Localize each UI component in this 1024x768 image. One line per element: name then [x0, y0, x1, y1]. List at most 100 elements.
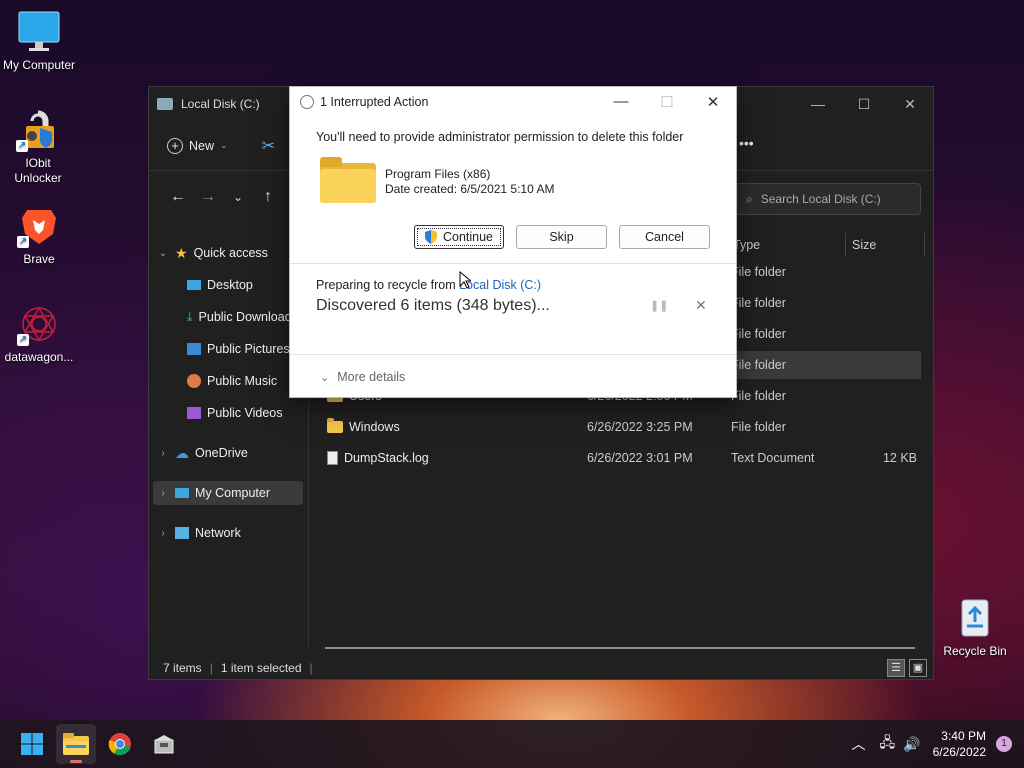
taskbar-chrome[interactable] — [100, 724, 140, 764]
recycle-bin-icon — [953, 596, 997, 640]
continue-label: Continue — [442, 230, 494, 244]
more-details-toggle[interactable]: ⌄ More details — [320, 370, 405, 384]
desktop-icon-datawagon[interactable]: ↗ datawagon... — [1, 302, 77, 365]
desktop-icon-brave[interactable]: ↗ Brave — [1, 204, 77, 267]
nav-label: Quick access — [193, 246, 268, 260]
pause-icon[interactable]: ❚❚ — [650, 299, 668, 312]
notification-badge[interactable]: 1 — [996, 736, 1012, 752]
search-icon: ⌕ — [746, 191, 753, 206]
search-input[interactable]: ⌕ Search Local Disk (C:) — [735, 183, 921, 215]
nav-network[interactable]: › Network — [157, 521, 241, 545]
nav-desktop[interactable]: Desktop — [187, 273, 253, 297]
maximize-button: ☐ — [660, 94, 674, 111]
recent-chevron-icon[interactable]: ⌄ — [223, 190, 253, 204]
column-header-size[interactable]: Size — [845, 233, 925, 257]
column-label: Size — [852, 238, 877, 252]
nav-public-music[interactable]: Public Music — [187, 369, 277, 393]
chevron-down-icon: ⌄ — [320, 371, 330, 384]
brave-lion-icon: ↗ — [17, 204, 61, 248]
nav-quick-access[interactable]: ⌄ ★ Quick access — [157, 241, 268, 265]
selection-count: 1 item selected — [220, 661, 302, 675]
nav-label: Public Pictures — [207, 342, 290, 356]
shortcut-arrow-icon: ↗ — [17, 236, 29, 248]
nav-label: OneDrive — [195, 446, 248, 460]
view-toggle: ☰ ▣ — [887, 659, 927, 677]
tiles-view-icon[interactable]: ▣ — [909, 659, 927, 677]
row-date: 6/26/2022 3:01 PM — [587, 451, 693, 465]
taskbar-file-explorer[interactable] — [56, 724, 96, 764]
uac-shield-icon — [424, 230, 437, 244]
nav-public-videos[interactable]: Public Videos — [187, 401, 283, 425]
nav-label: My Computer — [195, 486, 271, 500]
nav-public-pictures[interactable]: Public Pictures — [187, 337, 290, 361]
new-label: New — [189, 138, 215, 153]
row-type: Text Document — [731, 451, 815, 465]
clock-icon — [300, 95, 314, 109]
forward-arrow-icon[interactable]: → — [193, 188, 223, 206]
network-icon[interactable]: 🖧 — [880, 732, 896, 756]
maximize-button[interactable]: ☐ — [841, 96, 887, 113]
system-tray: ︿ 🖧 🔊 3:40 PM 6/26/2022 1 — [852, 720, 1024, 768]
column-header-type[interactable]: Type — [733, 233, 760, 257]
cut-icon[interactable]: ✂ — [262, 136, 275, 156]
table-row[interactable]: DumpStack.log 6/26/2022 3:01 PM Text Doc… — [319, 444, 921, 472]
stop-icon[interactable]: ✕ — [695, 297, 707, 314]
folder-date-created: Date created: 6/5/2021 5:10 AM — [385, 182, 555, 196]
back-arrow-icon[interactable]: ← — [163, 188, 193, 206]
videos-icon — [187, 407, 201, 419]
minimize-button[interactable]: — — [598, 93, 644, 111]
more-details-label: More details — [337, 370, 406, 384]
volume-icon[interactable]: 🔊 — [903, 736, 920, 753]
preparing-label: Preparing to recycle from — [316, 278, 460, 292]
desktop-icon-label: Brave — [23, 252, 55, 266]
star-icon: ★ — [175, 244, 188, 261]
new-button[interactable]: + New ⌄ — [167, 137, 228, 154]
nav-label: Network — [195, 526, 241, 540]
divider — [290, 263, 736, 264]
desktop-icon-my-computer[interactable]: My Computer — [1, 10, 77, 73]
item-count: 7 items — [163, 661, 202, 675]
chevron-down-icon: ⌄ — [158, 247, 168, 259]
search-placeholder: Search Local Disk (C:) — [760, 192, 881, 206]
row-type: File folder — [731, 389, 786, 403]
skip-button[interactable]: Skip — [516, 225, 607, 249]
folder-info: Program Files (x86) Date created: 6/5/20… — [385, 167, 554, 197]
package-installer-icon — [154, 735, 174, 754]
desktop-icon-label: My Computer — [2, 58, 76, 72]
mouse-cursor-icon — [459, 270, 473, 292]
text-document-icon — [327, 451, 338, 465]
more-options-button[interactable]: ••• — [739, 135, 754, 151]
chevron-right-icon: › — [161, 447, 165, 459]
desktop-icon-recycle-bin[interactable]: Recycle Bin — [937, 596, 1013, 659]
table-row[interactable]: Windows 6/26/2022 3:25 PM File folder — [319, 413, 921, 441]
permission-message: You'll need to provide administrator per… — [316, 130, 684, 144]
status-bar: 7 items | 1 item selected | — [163, 661, 313, 675]
taskbar-app[interactable] — [144, 724, 184, 764]
row-date: 6/26/2022 3:25 PM — [587, 420, 693, 434]
minimize-button[interactable]: — — [795, 96, 841, 113]
desktop-icon-iobit-unlocker[interactable]: ↗ IObit Unlocker — [0, 108, 76, 186]
monitor-icon — [175, 488, 189, 498]
dialog-title: 1 Interrupted Action — [320, 95, 429, 109]
pictures-icon — [187, 343, 201, 355]
source-link[interactable]: Local Disk (C:) — [459, 278, 541, 292]
up-arrow-icon[interactable]: ↑ — [253, 188, 283, 206]
continue-button[interactable]: Continue — [414, 225, 504, 249]
download-icon: ⤓ — [187, 309, 193, 324]
drive-icon — [157, 98, 173, 110]
horizontal-scrollbar[interactable] — [325, 647, 915, 649]
start-button[interactable] — [12, 724, 52, 764]
clock[interactable]: 3:40 PM 6/26/2022 — [933, 728, 986, 760]
monitor-icon — [17, 10, 61, 54]
folder-icon — [320, 157, 376, 203]
details-view-icon[interactable]: ☰ — [887, 659, 905, 677]
file-explorer-icon — [63, 733, 89, 755]
cancel-button[interactable]: Cancel — [619, 225, 710, 249]
row-type: File folder — [731, 358, 786, 372]
nav-my-computer[interactable]: › My Computer — [153, 481, 303, 505]
chevron-right-icon: › — [161, 487, 165, 499]
close-button[interactable]: ✕ — [887, 96, 933, 113]
nav-onedrive[interactable]: › ☁ OneDrive — [157, 441, 248, 465]
close-button[interactable]: ✕ — [690, 93, 736, 111]
chevron-up-icon[interactable]: ︿ — [852, 734, 866, 754]
